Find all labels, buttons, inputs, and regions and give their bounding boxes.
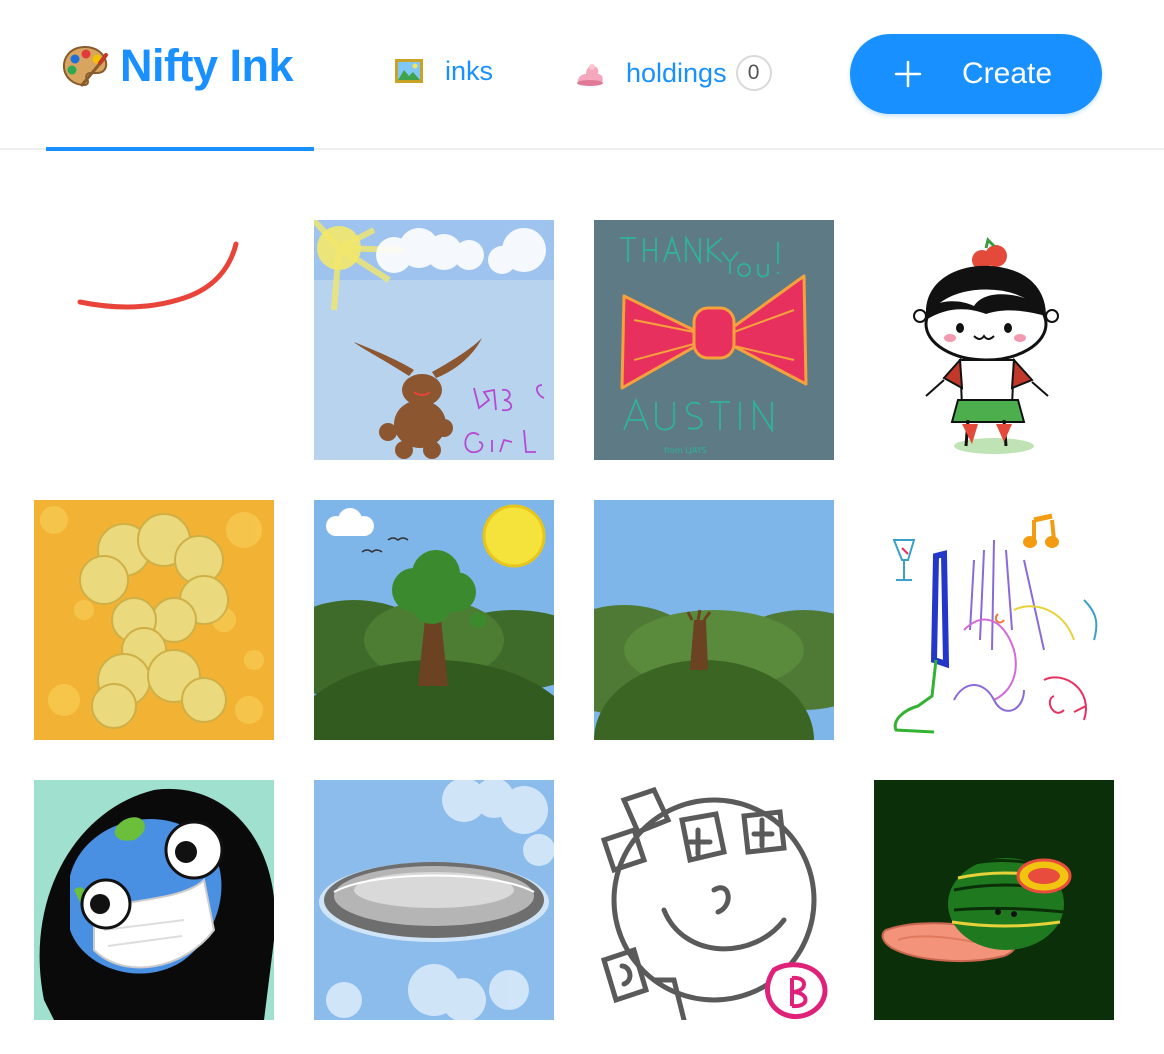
nav-holdings[interactable]: holdings 0 [574,55,772,91]
create-button[interactable]: Create [850,34,1102,114]
ink-thumbnail [34,500,274,740]
nav-inks[interactable]: inks [393,55,493,87]
pink-ink-blob-icon [577,64,603,86]
ink-thumbnail [594,780,834,1020]
ink-card-earth-mask[interactable] [34,780,274,1020]
ink-card-bunny[interactable] [314,220,554,460]
nav-holdings-label: holdings [626,57,727,88]
ink-thumbnail [34,220,274,460]
active-tab-indicator [46,147,314,151]
ink-thumbnail [314,220,554,460]
ink-thumbnail [34,780,274,1020]
ink-card-scribbles[interactable] [874,500,1114,740]
ink-card-trunk-landscape[interactable] [594,500,834,740]
holdings-count-badge: 0 [735,55,772,91]
ink-card-candy-turtle[interactable] [874,780,1114,1020]
ink-thumbnail [314,500,554,740]
ink-thumbnail [874,500,1114,740]
ink-thumbnail [874,220,1114,460]
ink-thumbnail [314,780,554,1020]
palette-icon [62,45,108,87]
ink-thumbnail [594,500,834,740]
ink-card-tree-landscape[interactable] [314,500,554,740]
ink-card-money-smiley[interactable] [594,780,834,1020]
svg-text:from LJAYS: from LJAYS [664,446,707,455]
plus-icon [894,60,922,88]
ink-card-bokeh[interactable] [34,500,274,740]
nav-inks-label: inks [445,55,494,86]
ink-card-bow[interactable]: from LJAYS [594,220,834,460]
ink-card-ufo[interactable] [314,780,554,1020]
ink-gallery: from LJAYS [34,220,1114,1020]
brand-name: Nifty Ink [120,40,294,91]
framed-picture-icon [395,59,423,83]
ink-thumbnail: from LJAYS [594,220,834,460]
ink-card-kid[interactable] [874,220,1114,460]
create-button-label: Create [962,57,1053,90]
top-nav: Nifty Ink inks holdings 0 Create [0,0,1164,151]
brand-logo[interactable]: Nifty Ink [60,40,294,92]
ink-thumbnail [874,780,1114,1020]
ink-card-red-stroke[interactable] [34,220,274,460]
